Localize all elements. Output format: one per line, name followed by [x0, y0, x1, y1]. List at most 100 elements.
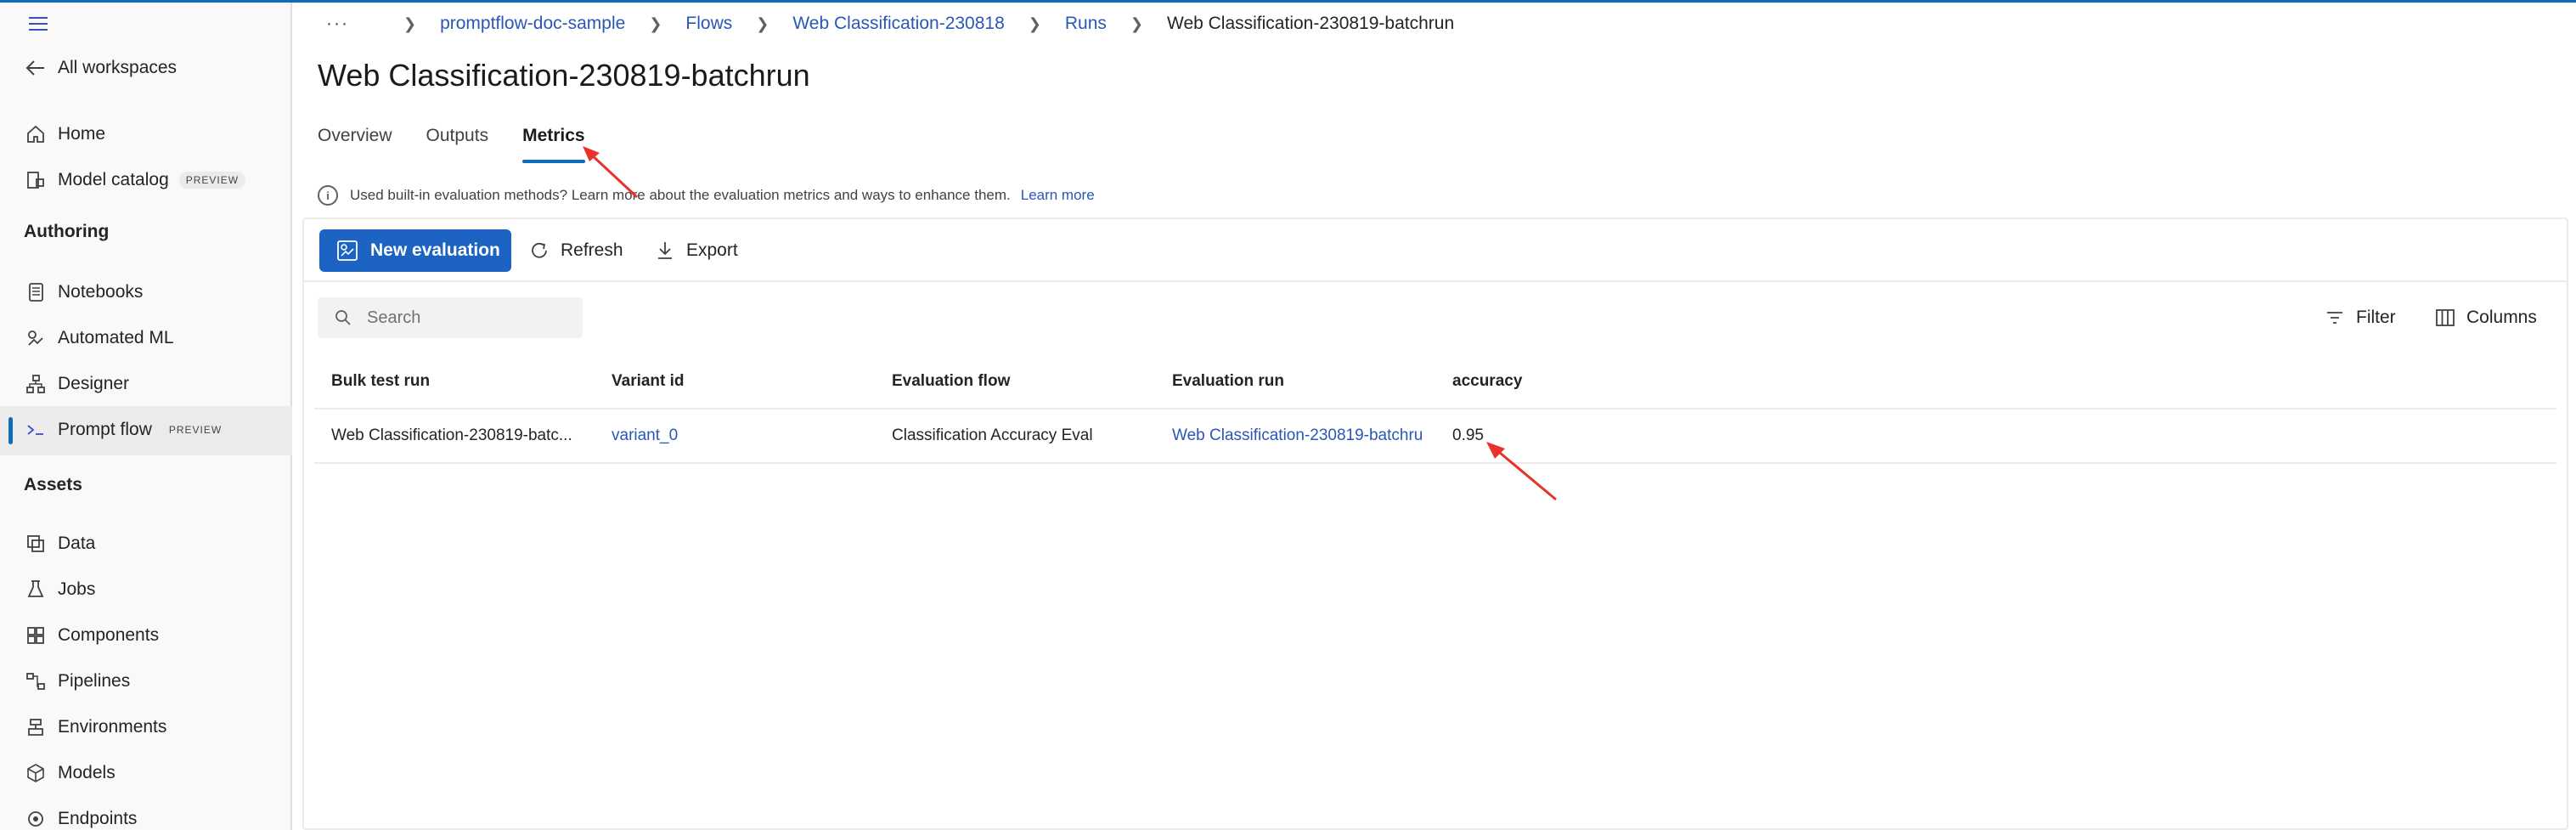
- sidebar-item-endpoints[interactable]: Endpoints: [24, 801, 137, 830]
- columns-label: Columns: [2466, 308, 2537, 327]
- sidebar-item-label: Automated ML: [58, 328, 174, 347]
- filter-button[interactable]: Filter: [2324, 297, 2396, 338]
- sidebar-item-label: Data: [58, 534, 96, 553]
- columns-button[interactable]: Columns: [2434, 297, 2537, 338]
- column-header-bulk-test-run[interactable]: Bulk test run: [314, 372, 595, 391]
- active-item-indicator: [8, 417, 13, 444]
- tab-metrics[interactable]: Metrics: [522, 126, 585, 163]
- sidebar-item-designer[interactable]: Designer: [24, 366, 129, 402]
- cell-bulk-test-run: Web Classification-230819-batc...: [331, 426, 572, 444]
- all-workspaces-label: All workspaces: [58, 58, 178, 77]
- sidebar-item-automated-ml[interactable]: Automated ML: [24, 320, 174, 356]
- jobs-icon: [24, 578, 48, 601]
- search-icon: [333, 308, 353, 328]
- breadcrumb-current: Web Classification-230819-batchrun: [1167, 14, 1455, 33]
- models-icon: [24, 761, 48, 785]
- tab-outputs[interactable]: Outputs: [426, 126, 489, 163]
- catalog-icon: [24, 168, 48, 192]
- tab-bar: Overview Outputs Metrics: [318, 126, 619, 163]
- refresh-icon: [528, 240, 550, 262]
- breadcrumb-more-button[interactable]: ···: [326, 14, 349, 34]
- metrics-table: Bulk test run Variant id Evaluation flow…: [314, 355, 2556, 464]
- sidebar-item-components[interactable]: Components: [24, 618, 159, 653]
- sidebar-item-model-catalog[interactable]: Model catalog PREVIEW: [24, 162, 246, 198]
- sidebar-item-label: Components: [58, 625, 160, 645]
- sidebar-item-pipelines[interactable]: Pipelines: [24, 663, 130, 699]
- sidebar-item-label: Designer: [58, 374, 130, 393]
- sidebar-item-home[interactable]: Home: [24, 116, 105, 152]
- metrics-panel: New evaluation Refresh Export Filter: [302, 217, 2568, 830]
- learn-more-link[interactable]: Learn more: [1021, 187, 1095, 204]
- columns-icon: [2434, 307, 2456, 329]
- refresh-button[interactable]: Refresh: [528, 229, 623, 272]
- cell-evaluation-flow: Classification Accuracy Eval: [892, 426, 1093, 444]
- annotation-arrow-accuracy: [1486, 442, 1557, 501]
- sidebar-item-label: Notebooks: [58, 282, 144, 302]
- breadcrumb: ··· ❯ promptflow-doc-sample ❯ Flows ❯ We…: [326, 10, 1454, 37]
- sidebar-item-models[interactable]: Models: [24, 755, 116, 791]
- sidebar-item-data[interactable]: Data: [24, 526, 95, 562]
- sidebar-item-label: Endpoints: [58, 809, 138, 828]
- sidebar-item-label: Environments: [58, 717, 167, 737]
- preview-badge: PREVIEW: [178, 172, 246, 189]
- top-accent-line: [0, 0, 2576, 3]
- chevron-right-icon: ❯: [403, 14, 417, 32]
- back-arrow-icon: [24, 56, 48, 80]
- column-header-accuracy[interactable]: accuracy: [1435, 372, 1775, 391]
- evaluation-icon: [336, 240, 358, 262]
- column-header-variant-id[interactable]: Variant id: [595, 372, 875, 391]
- section-assets: Assets: [24, 475, 82, 494]
- export-button[interactable]: Export: [654, 229, 738, 272]
- sidebar-item-label: Models: [58, 763, 116, 782]
- sidebar-item-environments[interactable]: Environments: [24, 709, 166, 745]
- command-bar: New evaluation Refresh Export: [304, 219, 2567, 282]
- table-row[interactable]: Web Classification-230819-batc... varian…: [314, 409, 2556, 464]
- filter-icon: [2324, 307, 2346, 329]
- sidebar-item-label: Model catalog: [58, 170, 169, 189]
- pipelines-icon: [24, 669, 48, 693]
- endpoints-icon: [24, 807, 48, 830]
- annotation-arrow-metrics: [583, 146, 639, 199]
- filter-label: Filter: [2356, 308, 2396, 327]
- new-evaluation-button[interactable]: New evaluation: [319, 229, 511, 272]
- sidebar-item-jobs[interactable]: Jobs: [24, 572, 95, 607]
- cell-evaluation-run-link[interactable]: Web Classification-230819-batchru: [1155, 426, 1435, 445]
- automl-icon: [24, 326, 48, 350]
- breadcrumb-flows-link[interactable]: Flows: [685, 14, 732, 34]
- section-authoring: Authoring: [24, 222, 110, 241]
- sidebar-item-label: Jobs: [58, 579, 96, 599]
- chevron-right-icon: ❯: [756, 14, 769, 32]
- components-icon: [24, 624, 48, 647]
- left-navigation: All workspaces Home Model catalog PREVIE…: [0, 3, 292, 830]
- tab-overview[interactable]: Overview: [318, 126, 392, 163]
- sidebar-item-prompt-flow[interactable]: Prompt flow PREVIEW: [24, 412, 229, 448]
- all-workspaces-link[interactable]: All workspaces: [24, 50, 177, 86]
- data-icon: [24, 532, 48, 556]
- sidebar-item-label: Prompt flow: [58, 420, 152, 439]
- column-header-evaluation-run[interactable]: Evaluation run: [1155, 372, 1435, 391]
- search-input[interactable]: [367, 308, 571, 328]
- info-banner: i Used built-in evaluation methods? Lear…: [318, 185, 1095, 206]
- breadcrumb-flow-link[interactable]: Web Classification-230818: [792, 14, 1004, 34]
- hamburger-menu-icon[interactable]: [27, 13, 49, 35]
- chevron-right-icon: ❯: [649, 14, 662, 32]
- table-header: Bulk test run Variant id Evaluation flow…: [314, 355, 2556, 409]
- search-box: [318, 297, 583, 338]
- download-icon: [654, 240, 676, 262]
- sidebar-item-notebooks[interactable]: Notebooks: [24, 274, 143, 310]
- new-evaluation-label: New evaluation: [370, 240, 500, 260]
- prompt-flow-icon: [24, 418, 48, 442]
- page-title: Web Classification-230819-batchrun: [318, 58, 810, 93]
- chevron-right-icon: ❯: [1130, 14, 1143, 32]
- refresh-label: Refresh: [561, 240, 623, 260]
- info-text: Used built-in evaluation methods? Learn …: [350, 187, 1011, 203]
- environments-icon: [24, 715, 48, 739]
- preview-badge: PREVIEW: [161, 421, 229, 438]
- column-header-evaluation-flow[interactable]: Evaluation flow: [875, 372, 1155, 391]
- breadcrumb-runs-link[interactable]: Runs: [1065, 14, 1107, 34]
- chevron-right-icon: ❯: [1028, 14, 1041, 32]
- home-icon: [24, 122, 48, 146]
- cell-variant-id-link[interactable]: variant_0: [595, 426, 875, 445]
- breadcrumb-workspace-link[interactable]: promptflow-doc-sample: [440, 14, 625, 34]
- designer-icon: [24, 372, 48, 396]
